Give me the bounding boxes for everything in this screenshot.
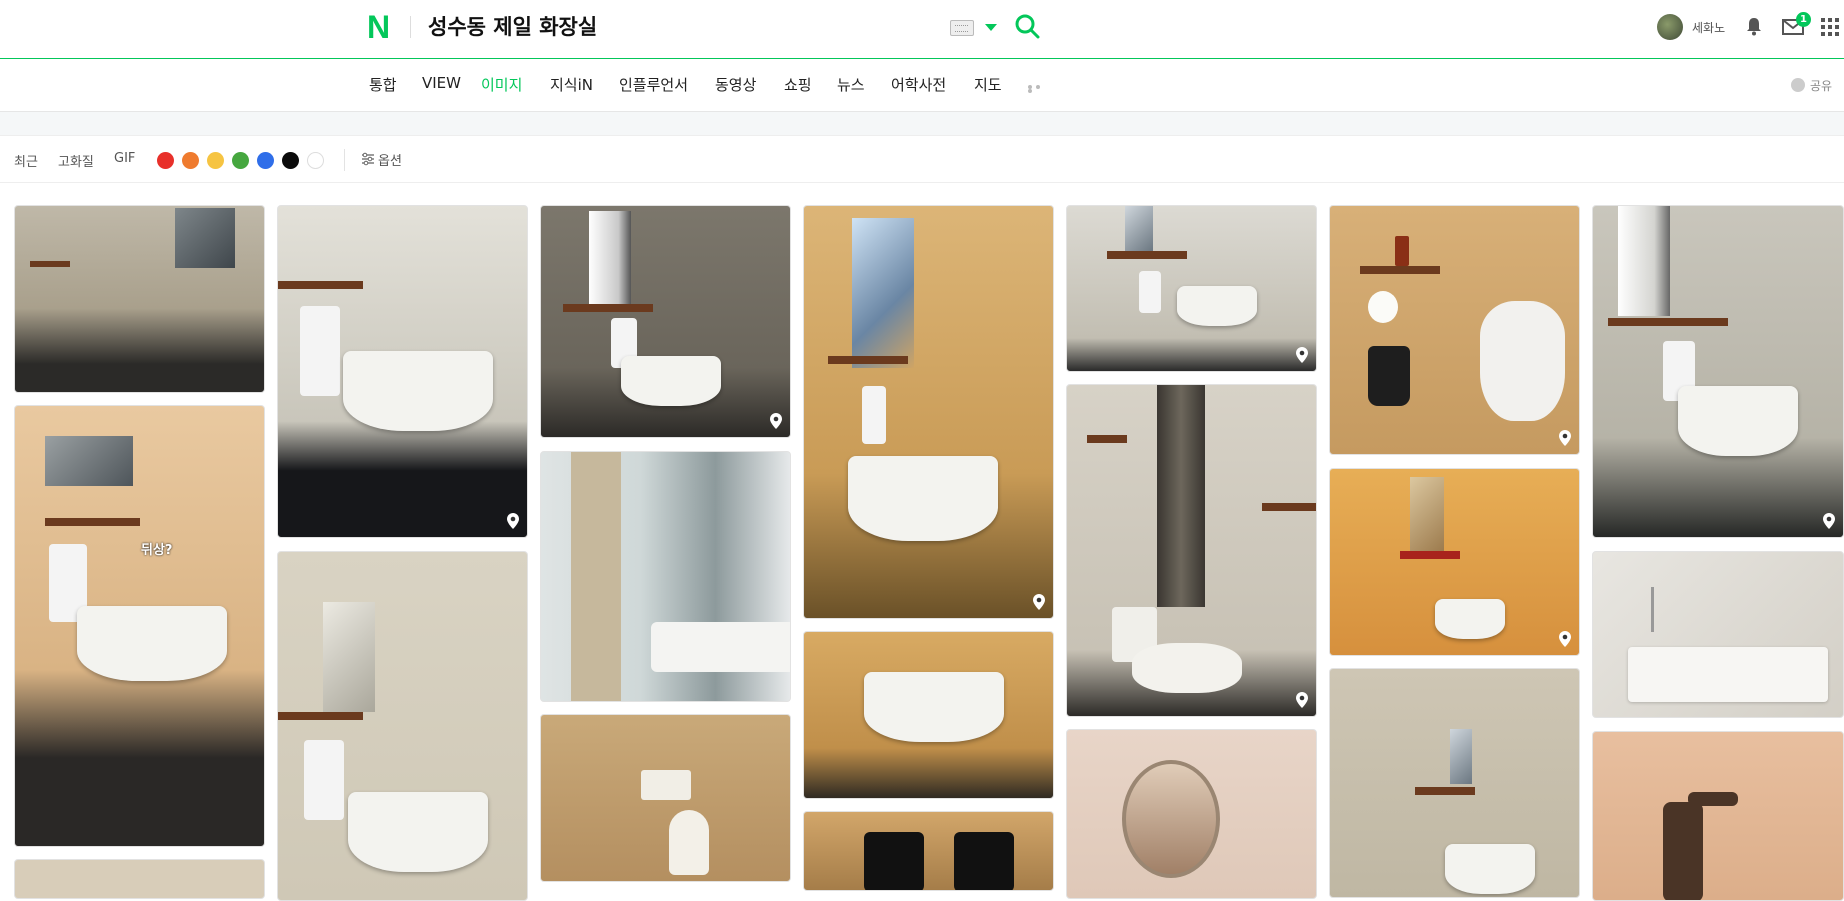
naver-logo[interactable]: N [367,11,395,43]
color-filter-black[interactable] [282,152,299,169]
bell-icon[interactable] [1745,16,1763,36]
tab-map[interactable]: 지도 [974,74,1002,95]
color-filter-blue[interactable] [257,152,274,169]
options-button[interactable]: 옵션 [378,150,402,169]
search-tabs: 통합 VIEW 이미지 지식iN 인플루언서 동영상 쇼핑 뉴스 어학사전 지도 [0,59,1844,112]
image-result[interactable] [1592,731,1844,901]
user-name[interactable]: 세화노 [1692,19,1725,36]
filter-gif[interactable]: GIF [114,151,135,166]
mail-count-badge: 1 [1796,12,1811,27]
tab-knowledge-in[interactable]: 지식iN [550,74,593,95]
location-pin-icon [1559,430,1571,446]
image-result[interactable] [1592,551,1844,718]
tab-news[interactable]: 뉴스 [837,74,865,95]
filter-hd[interactable]: 고화질 [58,151,94,170]
filter-recent[interactable]: 최근 [14,151,38,170]
image-result[interactable] [14,205,265,393]
tab-view[interactable]: VIEW [422,74,461,92]
image-result[interactable] [540,451,791,702]
filter-divider [344,149,345,171]
image-result[interactable] [14,859,265,899]
location-pin-icon [1033,594,1045,610]
color-filter-orange[interactable] [182,152,199,169]
color-filter-red[interactable] [157,152,174,169]
filter-bar: 최근 고화질 GIF [0,136,1844,183]
image-result[interactable] [540,205,791,438]
image-result[interactable] [277,551,528,901]
location-pin-icon [1296,347,1308,363]
search-header: N 성수동 제일 화장실 세화노 1 [0,0,1844,59]
options-sliders-icon[interactable] [361,152,375,166]
chevron-down-icon[interactable] [985,24,997,31]
image-result[interactable] [1066,729,1317,899]
color-filter-white[interactable] [307,152,324,169]
tab-video[interactable]: 동영상 [715,74,756,95]
image-result[interactable] [1329,205,1580,455]
tab-influencer[interactable]: 인플루언서 [619,74,688,95]
tab-shopping[interactable]: 쇼핑 [784,74,812,95]
search-icon[interactable] [1014,13,1040,39]
search-query-input[interactable]: 성수동 제일 화장실 [428,12,597,42]
image-caption: 뒤상? [141,543,173,558]
location-pin-icon [1559,631,1571,647]
location-pin-icon [1823,513,1835,529]
image-result[interactable] [1592,205,1844,538]
logo-divider [410,16,411,38]
color-filter-green[interactable] [232,152,249,169]
keyboard-icon[interactable] [950,20,974,36]
image-result[interactable] [540,714,791,882]
share-icon[interactable] [1791,78,1805,92]
image-result[interactable] [1066,384,1317,717]
image-result[interactable] [803,811,1054,891]
color-filter-yellow[interactable] [207,152,224,169]
image-result[interactable] [1329,668,1580,898]
tab-integrated[interactable]: 통합 [369,74,397,95]
location-pin-icon [1296,692,1308,708]
location-pin-icon [507,513,519,529]
image-result[interactable] [1066,205,1317,372]
share-button[interactable]: 공유 [1810,77,1832,94]
more-dots-icon[interactable] [1028,85,1050,93]
image-result[interactable] [277,205,528,538]
apps-grid-icon[interactable] [1821,18,1839,36]
avatar[interactable] [1657,14,1683,40]
divider-band [0,112,1844,136]
image-result[interactable] [803,205,1054,619]
image-result[interactable] [803,631,1054,799]
tab-images[interactable]: 이미지 [481,74,522,95]
tab-dictionary[interactable]: 어학사전 [891,74,946,95]
image-result[interactable]: 뒤상? [14,405,265,847]
location-pin-icon [770,413,782,429]
image-result[interactable] [1329,468,1580,656]
